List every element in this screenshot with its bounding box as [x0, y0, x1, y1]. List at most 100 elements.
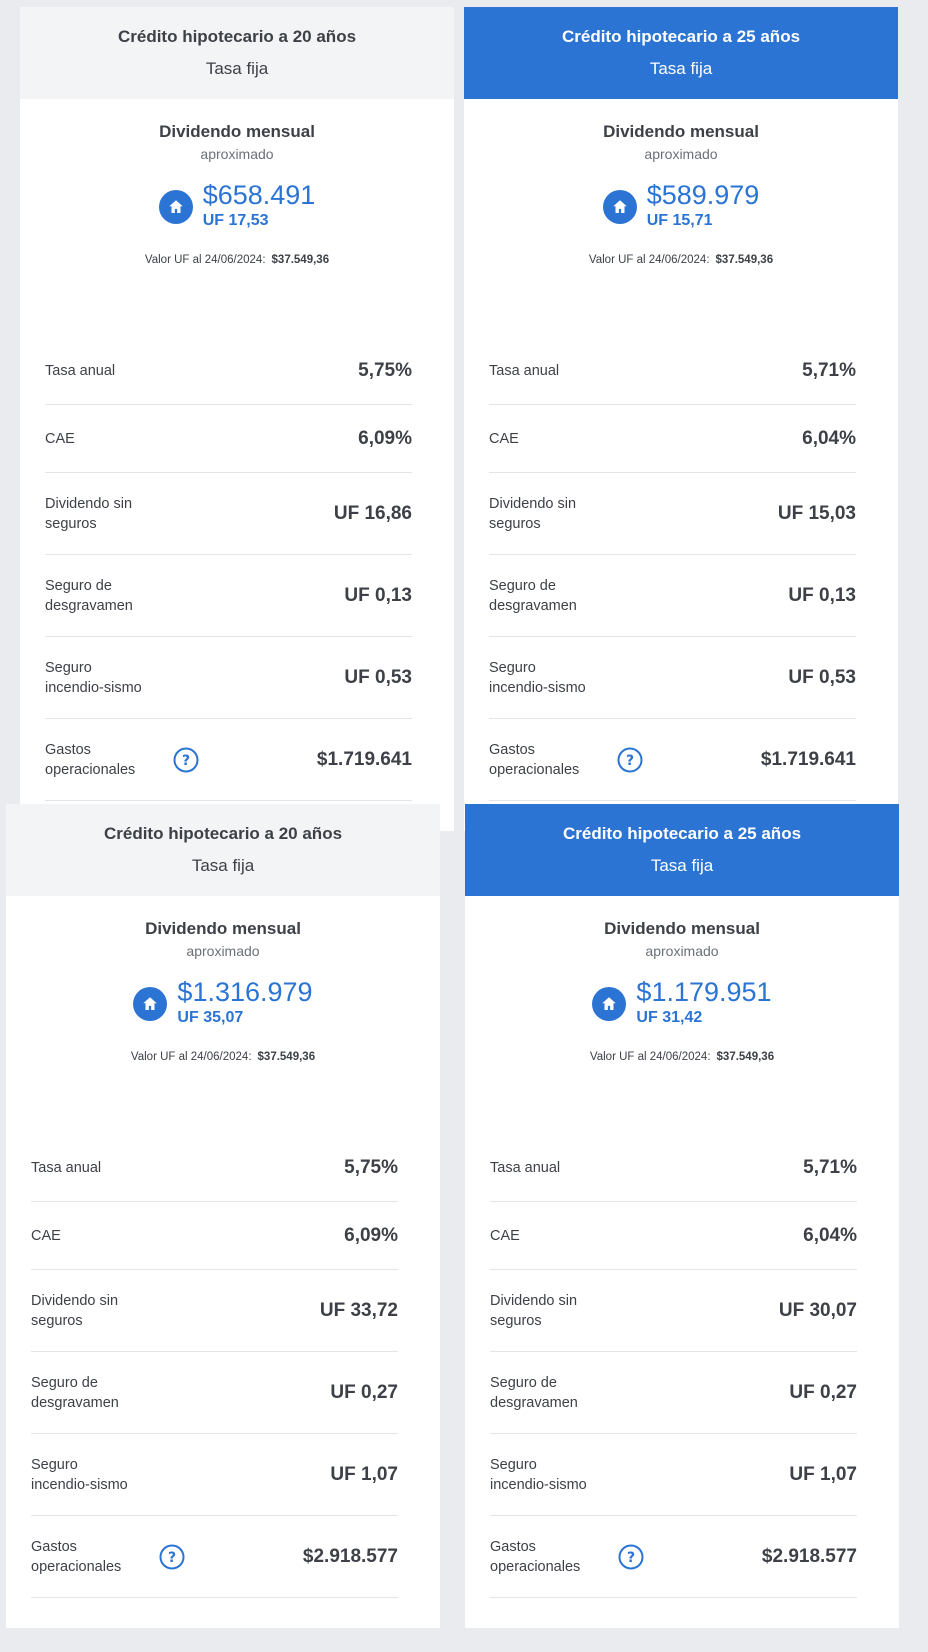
detail-label: CAE [490, 1227, 520, 1244]
detail-label: CAE [31, 1227, 61, 1244]
detail-value: UF 15,03 [777, 502, 856, 524]
question-circle-icon[interactable]: ? [159, 1544, 185, 1570]
dividend-summary: Dividendo mensual aproximado $658.491 UF… [20, 99, 454, 267]
question-circle-icon[interactable]: ? [618, 1544, 644, 1570]
detail-value: UF 16,86 [333, 502, 412, 524]
detail-label: Gastos operacionales [45, 741, 136, 778]
detail-label: Seguro incendio-sismo [490, 1456, 587, 1493]
dividend-summary: Dividendo mensual aproximado $1.179.951 … [465, 896, 899, 1064]
detail-value: $2.918.577 [302, 1545, 398, 1567]
uf-value-label: Valor UF al 24/06/2024: [144, 254, 266, 266]
house-icon [602, 190, 637, 224]
uf-value: $37.549,36 [271, 254, 330, 266]
uf-value: $37.549,36 [257, 1051, 316, 1063]
loan-option-card[interactable]: Crédito hipotecario a 25 años Tasa fija … [465, 804, 899, 1628]
loan-option-card[interactable]: Crédito hipotecario a 20 años Tasa fija … [20, 7, 454, 831]
detail-label: Dividendo sin seguros [31, 1292, 119, 1329]
detail-label: Tasa anual [31, 1159, 102, 1176]
detail-label: Dividendo sin seguros [490, 1292, 578, 1329]
detail-value: UF 0,53 [788, 666, 856, 688]
svg-text:?: ? [626, 753, 634, 769]
svg-text:?: ? [627, 1550, 635, 1566]
detail-value: UF 0,53 [344, 666, 412, 688]
detail-value: 6,04% [802, 427, 856, 449]
loan-option-card[interactable]: Crédito hipotecario a 25 años Tasa fija … [464, 7, 898, 831]
detail-row: Gastos operacionales? $2.918.577 [31, 1516, 398, 1598]
detail-rows: Tasa anual 5,71% CAE 6,04% Dividendo sin segu… [489, 337, 856, 801]
dividend-amount-uf: UF 17,53 [202, 212, 269, 229]
uf-value-note: Valor UF al 24/06/2024: $37.549,36 [20, 253, 454, 267]
detail-label: Seguro de desgravamen [490, 1374, 578, 1411]
detail-value: 6,04% [803, 1224, 857, 1246]
detail-label: Seguro incendio-sismo [489, 659, 586, 696]
uf-value-note: Valor UF al 24/06/2024: $37.549,36 [464, 253, 898, 267]
dividend-label: Dividendo mensual [145, 919, 301, 938]
detail-label: Gastos operacionales [489, 741, 580, 778]
question-circle-icon[interactable]: ? [617, 747, 643, 773]
detail-label: Dividendo sin seguros [45, 495, 133, 532]
uf-value-note: Valor UF al 24/06/2024: $37.549,36 [6, 1050, 440, 1064]
dividend-amount-row: $1.316.979 UF 35,07 [6, 976, 440, 1028]
detail-label: Tasa anual [489, 362, 560, 379]
uf-value-label: Valor UF al 24/06/2024: [589, 1051, 711, 1063]
card-header[interactable]: Crédito hipotecario a 20 años Tasa fija [6, 804, 440, 896]
uf-value: $37.549,36 [716, 1051, 775, 1063]
detail-label: Seguro de desgravamen [45, 577, 133, 614]
loan-option-card[interactable]: Crédito hipotecario a 20 años Tasa fija … [6, 804, 440, 1628]
dividend-amount-row: $658.491 UF 17,53 [20, 179, 454, 231]
detail-label: Tasa anual [45, 362, 116, 379]
detail-value: UF 30,07 [778, 1299, 857, 1321]
detail-row: Seguro incendio-sismo UF 0,53 [45, 637, 412, 719]
detail-row: Dividendo sin seguros UF 33,72 [31, 1270, 398, 1352]
house-icon [592, 987, 627, 1021]
detail-row: Gastos operacionales? $1.719.641 [489, 719, 856, 801]
detail-label: Dividendo sin seguros [489, 495, 577, 532]
detail-value: 5,75% [344, 1156, 398, 1178]
card-subtitle: Tasa fija [650, 856, 714, 875]
card-title: Crédito hipotecario a 25 años [562, 824, 802, 843]
question-circle-icon[interactable]: ? [173, 747, 199, 773]
dividend-label: Dividendo mensual [603, 122, 759, 141]
detail-value: UF 1,07 [330, 1463, 398, 1485]
dividend-amount-uf: UF 35,07 [177, 1009, 244, 1026]
detail-label: Seguro incendio-sismo [31, 1456, 128, 1493]
dividend-sublabel: aproximado [186, 943, 260, 959]
uf-value-label: Valor UF al 24/06/2024: [588, 254, 710, 266]
detail-value: 5,71% [802, 359, 856, 381]
uf-value-note: Valor UF al 24/06/2024: $37.549,36 [465, 1050, 899, 1064]
detail-row: Seguro incendio-sismo UF 0,53 [489, 637, 856, 719]
detail-row: CAE 6,09% [31, 1202, 398, 1270]
detail-rows: Tasa anual 5,75% CAE 6,09% Dividendo sin segu… [31, 1134, 398, 1598]
detail-value: UF 0,27 [789, 1381, 857, 1403]
house-icon [158, 190, 193, 224]
detail-row: Dividendo sin seguros UF 30,07 [490, 1270, 857, 1352]
detail-row: Tasa anual 5,75% [45, 337, 412, 405]
detail-value: 6,09% [344, 1224, 398, 1246]
detail-row: Seguro de desgravamen UF 0,13 [45, 555, 412, 637]
dividend-summary: Dividendo mensual aproximado $1.316.979 … [6, 896, 440, 1064]
uf-value-label: Valor UF al 24/06/2024: [130, 1051, 252, 1063]
card-subtitle: Tasa fija [205, 59, 269, 78]
detail-row: Seguro de desgravamen UF 0,27 [31, 1352, 398, 1434]
detail-row: CAE 6,04% [489, 405, 856, 473]
detail-row: Dividendo sin seguros UF 15,03 [489, 473, 856, 555]
dividend-amount-uf: UF 15,71 [646, 212, 713, 229]
card-title: Crédito hipotecario a 20 años [117, 27, 357, 46]
detail-value: 6,09% [358, 427, 412, 449]
card-header[interactable]: Crédito hipotecario a 25 años Tasa fija [464, 7, 898, 99]
dividend-amount: $658.491 [202, 180, 316, 210]
card-header[interactable]: Crédito hipotecario a 20 años Tasa fija [20, 7, 454, 99]
detail-row: Gastos operacionales? $2.918.577 [490, 1516, 857, 1598]
dividend-sublabel: aproximado [644, 146, 718, 162]
uf-value: $37.549,36 [715, 254, 774, 266]
detail-value: UF 0,27 [330, 1381, 398, 1403]
detail-label: Tasa anual [490, 1159, 561, 1176]
detail-value: $2.918.577 [761, 1545, 857, 1567]
card-header[interactable]: Crédito hipotecario a 25 años Tasa fija [465, 804, 899, 896]
detail-row: Tasa anual 5,71% [489, 337, 856, 405]
card-title: Crédito hipotecario a 25 años [561, 27, 801, 46]
dividend-label: Dividendo mensual [604, 919, 760, 938]
detail-rows: Tasa anual 5,75% CAE 6,09% Dividendo sin segu… [45, 337, 412, 801]
detail-value: 5,71% [803, 1156, 857, 1178]
detail-label: CAE [489, 430, 519, 447]
